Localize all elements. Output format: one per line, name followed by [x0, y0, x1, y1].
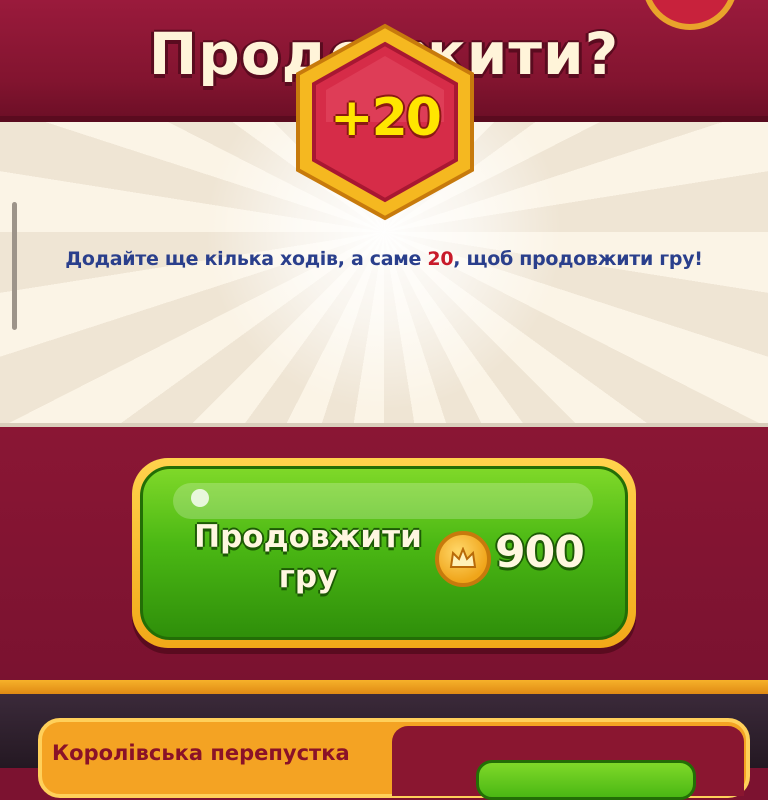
description-text-end: , щоб продовжити гру! [453, 248, 703, 270]
crown-coin-icon [435, 531, 491, 587]
royal-pass-title: Королівська перепустка [52, 741, 350, 765]
royal-pass-button[interactable] [476, 760, 696, 800]
divider-bar [0, 680, 768, 694]
description-moves-number: 20 [427, 248, 454, 270]
button-sparkle [191, 489, 209, 507]
crown-icon [449, 547, 477, 568]
description-text-start: Додайте ще кілька ходів, а саме [65, 248, 428, 270]
continue-price: 900 [495, 527, 585, 578]
button-shine [173, 483, 593, 519]
continue-game-button[interactable]: Продовжити гру 900 [132, 458, 636, 648]
moves-badge-text: +20 [330, 88, 442, 148]
continue-button-label: Продовжити гру [194, 519, 422, 595]
reward-description: Додайте ще кілька ходів, а саме 20, щоб … [0, 248, 768, 270]
continue-button-face[interactable]: Продовжити гру 900 [140, 466, 628, 640]
